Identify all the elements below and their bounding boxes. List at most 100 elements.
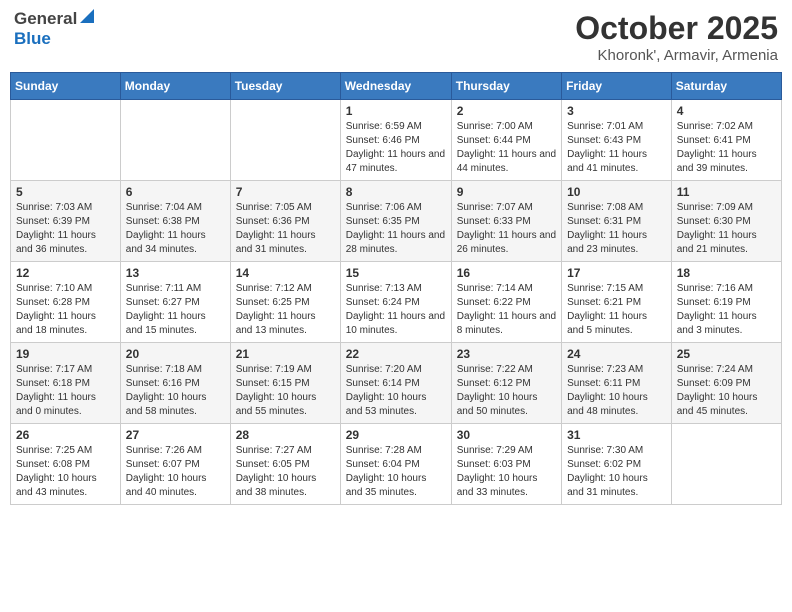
day-info: Sunrise: 7:24 AM Sunset: 6:09 PM Dayligh… — [677, 363, 776, 419]
day-cell: 22 Sunrise: 7:20 AM Sunset: 6:14 PM Dayli… — [340, 343, 451, 424]
day-number: 20 — [126, 347, 225, 361]
day-info: Sunrise: 7:19 AM Sunset: 6:15 PM Dayligh… — [236, 363, 335, 419]
day-info: Sunrise: 7:08 AM Sunset: 6:31 PM Dayligh… — [567, 201, 666, 257]
day-cell — [11, 100, 121, 181]
day-info: Sunrise: 7:06 AM Sunset: 6:35 PM Dayligh… — [346, 201, 446, 257]
day-info: Sunrise: 7:20 AM Sunset: 6:14 PM Dayligh… — [346, 363, 446, 419]
day-info: Sunrise: 7:29 AM Sunset: 6:03 PM Dayligh… — [457, 444, 556, 500]
day-cell: 19Sunrise: 7:17 AM Sunset: 6:18 PM Dayli… — [11, 343, 121, 424]
day-info: Sunrise: 7:02 AM Sunset: 6:41 PM Dayligh… — [677, 120, 776, 176]
day-number: 15 — [346, 266, 446, 280]
day-number: 3 — [567, 104, 666, 118]
week-row-5: 26Sunrise: 7:25 AM Sunset: 6:08 PM Dayli… — [11, 424, 782, 505]
day-info: Sunrise: 7:26 AM Sunset: 6:07 PM Dayligh… — [126, 444, 225, 500]
day-number: 1 — [346, 104, 446, 118]
calendar-table: SundayMondayTuesdayWednesdayThursdayFrid… — [10, 72, 782, 505]
day-number: 19 — [16, 347, 115, 361]
weekday-header-wednesday: Wednesday — [340, 73, 451, 100]
day-info: Sunrise: 7:28 AM Sunset: 6:04 PM Dayligh… — [346, 444, 446, 500]
day-number: 12 — [16, 266, 115, 280]
day-info: Sunrise: 7:03 AM Sunset: 6:39 PM Dayligh… — [16, 201, 115, 257]
day-info: Sunrise: 7:22 AM Sunset: 6:12 PM Dayligh… — [457, 363, 556, 419]
page: General Blue October 2025 Khoronk', Arma… — [0, 0, 792, 612]
day-info: Sunrise: 7:10 AM Sunset: 6:28 PM Dayligh… — [16, 282, 115, 338]
day-cell: 27 Sunrise: 7:26 AM Sunset: 6:07 PM Dayli… — [120, 424, 230, 505]
day-number: 5 — [16, 185, 115, 199]
weekday-header-thursday: Thursday — [451, 73, 561, 100]
day-number: 17 — [567, 266, 666, 280]
day-info: Sunrise: 7:07 AM Sunset: 6:33 PM Dayligh… — [457, 201, 556, 257]
title-block: October 2025 Khoronk', Armavir, Armenia — [575, 10, 778, 64]
location: Khoronk', Armavir, Armenia — [575, 47, 778, 64]
day-cell: 8 Sunrise: 7:06 AM Sunset: 6:35 PM Daylig… — [340, 181, 451, 262]
day-cell: 2Sunrise: 7:00 AM Sunset: 6:44 PM Daylig… — [451, 100, 561, 181]
logo-triangle-icon — [80, 8, 94, 28]
day-info: Sunrise: 7:00 AM Sunset: 6:44 PM Dayligh… — [457, 120, 556, 176]
day-info: Sunrise: 7:05 AM Sunset: 6:36 PM Dayligh… — [236, 201, 335, 257]
day-info: Sunrise: 7:13 AM Sunset: 6:24 PM Dayligh… — [346, 282, 446, 338]
day-number: 6 — [126, 185, 225, 199]
day-info: Sunrise: 7:09 AM Sunset: 6:30 PM Dayligh… — [677, 201, 776, 257]
logo-blue-text: Blue — [14, 29, 51, 48]
day-number: 9 — [457, 185, 556, 199]
day-number: 23 — [457, 347, 556, 361]
day-cell: 28 Sunrise: 7:27 AM Sunset: 6:05 PM Dayli… — [230, 424, 340, 505]
day-number: 10 — [567, 185, 666, 199]
day-number: 11 — [677, 185, 776, 199]
day-cell: 17 Sunrise: 7:15 AM Sunset: 6:21 PM Dayli… — [562, 262, 672, 343]
day-cell — [671, 424, 781, 505]
day-cell: 11 Sunrise: 7:09 AM Sunset: 6:30 PM Dayli… — [671, 181, 781, 262]
month-title: October 2025 — [575, 10, 778, 47]
day-cell: 30Sunrise: 7:29 AM Sunset: 6:03 PM Dayli… — [451, 424, 561, 505]
day-info: Sunrise: 7:27 AM Sunset: 6:05 PM Dayligh… — [236, 444, 335, 500]
day-cell: 6 Sunrise: 7:04 AM Sunset: 6:38 PM Daylig… — [120, 181, 230, 262]
day-cell: 15 Sunrise: 7:13 AM Sunset: 6:24 PM Dayli… — [340, 262, 451, 343]
logo-general-text: General — [14, 10, 77, 29]
day-info: Sunrise: 7:15 AM Sunset: 6:21 PM Dayligh… — [567, 282, 666, 338]
week-row-2: 5 Sunrise: 7:03 AM Sunset: 6:39 PM Daylig… — [11, 181, 782, 262]
day-cell: 10 Sunrise: 7:08 AM Sunset: 6:31 PM Dayli… — [562, 181, 672, 262]
day-number: 28 — [236, 428, 335, 442]
week-row-4: 19Sunrise: 7:17 AM Sunset: 6:18 PM Dayli… — [11, 343, 782, 424]
day-info: Sunrise: 7:18 AM Sunset: 6:16 PM Dayligh… — [126, 363, 225, 419]
day-number: 21 — [236, 347, 335, 361]
day-cell: 13 Sunrise: 7:11 AM Sunset: 6:27 PM Dayli… — [120, 262, 230, 343]
weekday-header-friday: Friday — [562, 73, 672, 100]
day-cell: 20 Sunrise: 7:18 AM Sunset: 6:16 PM Dayli… — [120, 343, 230, 424]
day-cell: 31 Sunrise: 7:30 AM Sunset: 6:02 PM Dayli… — [562, 424, 672, 505]
day-number: 18 — [677, 266, 776, 280]
day-cell: 7 Sunrise: 7:05 AM Sunset: 6:36 PM Daylig… — [230, 181, 340, 262]
day-cell: 26Sunrise: 7:25 AM Sunset: 6:08 PM Dayli… — [11, 424, 121, 505]
day-number: 8 — [346, 185, 446, 199]
day-info: Sunrise: 7:30 AM Sunset: 6:02 PM Dayligh… — [567, 444, 666, 500]
day-number: 13 — [126, 266, 225, 280]
day-cell: 1Sunrise: 6:59 AM Sunset: 6:46 PM Daylig… — [340, 100, 451, 181]
day-cell — [230, 100, 340, 181]
day-info: Sunrise: 7:12 AM Sunset: 6:25 PM Dayligh… — [236, 282, 335, 338]
day-info: Sunrise: 7:16 AM Sunset: 6:19 PM Dayligh… — [677, 282, 776, 338]
weekday-header-row: SundayMondayTuesdayWednesdayThursdayFrid… — [11, 73, 782, 100]
logo: General Blue — [14, 10, 94, 48]
day-cell: 24Sunrise: 7:23 AM Sunset: 6:11 PM Dayli… — [562, 343, 672, 424]
day-info: Sunrise: 7:01 AM Sunset: 6:43 PM Dayligh… — [567, 120, 666, 176]
day-cell — [120, 100, 230, 181]
day-cell: 5 Sunrise: 7:03 AM Sunset: 6:39 PM Daylig… — [11, 181, 121, 262]
day-cell: 21 Sunrise: 7:19 AM Sunset: 6:15 PM Dayli… — [230, 343, 340, 424]
week-row-3: 12 Sunrise: 7:10 AM Sunset: 6:28 PM Dayli… — [11, 262, 782, 343]
day-number: 22 — [346, 347, 446, 361]
day-number: 7 — [236, 185, 335, 199]
day-number: 27 — [126, 428, 225, 442]
header: General Blue October 2025 Khoronk', Arma… — [10, 10, 782, 64]
day-info: Sunrise: 7:25 AM Sunset: 6:08 PM Dayligh… — [16, 444, 115, 500]
day-cell: 16 Sunrise: 7:14 AM Sunset: 6:22 PM Dayli… — [451, 262, 561, 343]
day-info: Sunrise: 7:04 AM Sunset: 6:38 PM Dayligh… — [126, 201, 225, 257]
day-number: 14 — [236, 266, 335, 280]
day-number: 16 — [457, 266, 556, 280]
day-info: Sunrise: 7:14 AM Sunset: 6:22 PM Dayligh… — [457, 282, 556, 338]
day-cell: 3 Sunrise: 7:01 AM Sunset: 6:43 PM Daylig… — [562, 100, 672, 181]
day-number: 29 — [346, 428, 446, 442]
day-cell: 29 Sunrise: 7:28 AM Sunset: 6:04 PM Dayli… — [340, 424, 451, 505]
day-number: 24 — [567, 347, 666, 361]
day-number: 31 — [567, 428, 666, 442]
day-info: Sunrise: 7:11 AM Sunset: 6:27 PM Dayligh… — [126, 282, 225, 338]
